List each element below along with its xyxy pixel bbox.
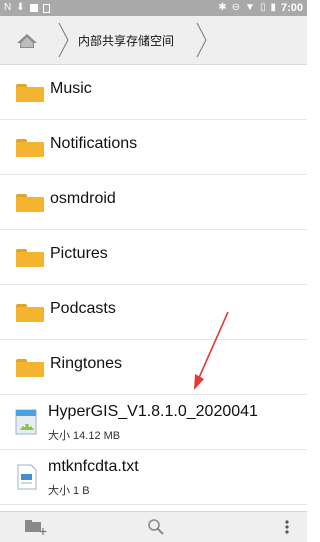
folder-icon [16,359,44,377]
download-icon: ⬇ [16,2,25,13]
folder-icon [16,139,44,157]
breadcrumb: 内部共享存储空间 [0,16,307,65]
bottom-toolbar [0,511,307,542]
wifi-icon: ▼ [245,2,255,13]
list-item-folder[interactable]: osmdroid [0,175,307,230]
n-notification-icon: N [4,2,12,13]
list-item-folder[interactable]: Pictures [0,230,307,285]
home-button[interactable] [10,27,44,55]
clock: 7:00 [280,2,303,14]
folder-name: Notifications [50,135,138,152]
sd-card-icon [42,3,50,13]
file-name: mtknfcdta.txt [48,458,139,475]
folder-name: Music [50,80,92,97]
new-folder-icon [25,520,47,535]
folder-icon [16,84,44,102]
status-left-icons: N ⬇ [4,0,50,16]
apk-file-icon [15,409,37,435]
folder-icon [16,194,44,212]
folder-icon [16,304,44,322]
more-options-button[interactable] [274,516,300,538]
file-size: 大小 1 B [48,485,90,497]
file-name: HyperGIS_V1.8.1.0_2020041 [48,403,258,420]
list-item-folder[interactable]: Music [0,65,307,120]
folder-icon [16,249,44,267]
square-icon [29,4,38,12]
list-item-folder[interactable]: Podcasts [0,285,307,340]
breadcrumb-current[interactable]: 内部共享存储空间 [78,32,198,49]
breadcrumb-separator-icon [58,22,69,58]
search-button[interactable] [143,516,169,538]
home-icon [17,34,37,48]
folder-name: osmdroid [50,190,116,207]
bluetooth-icon: ✱ [218,2,227,13]
new-folder-button[interactable] [22,516,48,538]
text-file-icon [17,464,37,490]
list-item-folder[interactable]: Ringtones [0,340,307,395]
breadcrumb-separator-icon [196,22,207,58]
list-item-folder[interactable]: Notifications [0,120,307,175]
file-size: 大小 14.12 MB [48,430,121,442]
list-item-file[interactable]: mtknfcdta.txt 大小 1 B [0,450,307,505]
sim-icon: ▯ [259,2,266,13]
status-right-icons: ✱ ⊖ ▼ ▯ ▮ 7:00 [218,0,303,16]
folder-name: Ringtones [50,355,123,372]
folder-name: Podcasts [50,300,116,317]
search-icon [148,519,164,535]
folder-name: Pictures [50,245,108,262]
status-bar: N ⬇ ✱ ⊖ ▼ ▯ ▮ 7:00 [0,0,307,16]
more-options-icon [285,520,289,534]
battery-icon: ▮ [270,2,276,13]
file-list: Music Notifications osmdroid Pictures Po… [0,65,307,505]
dnd-icon: ⊖ [231,2,241,13]
list-item-file[interactable]: HyperGIS_V1.8.1.0_2020041 大小 14.12 MB [0,395,307,450]
